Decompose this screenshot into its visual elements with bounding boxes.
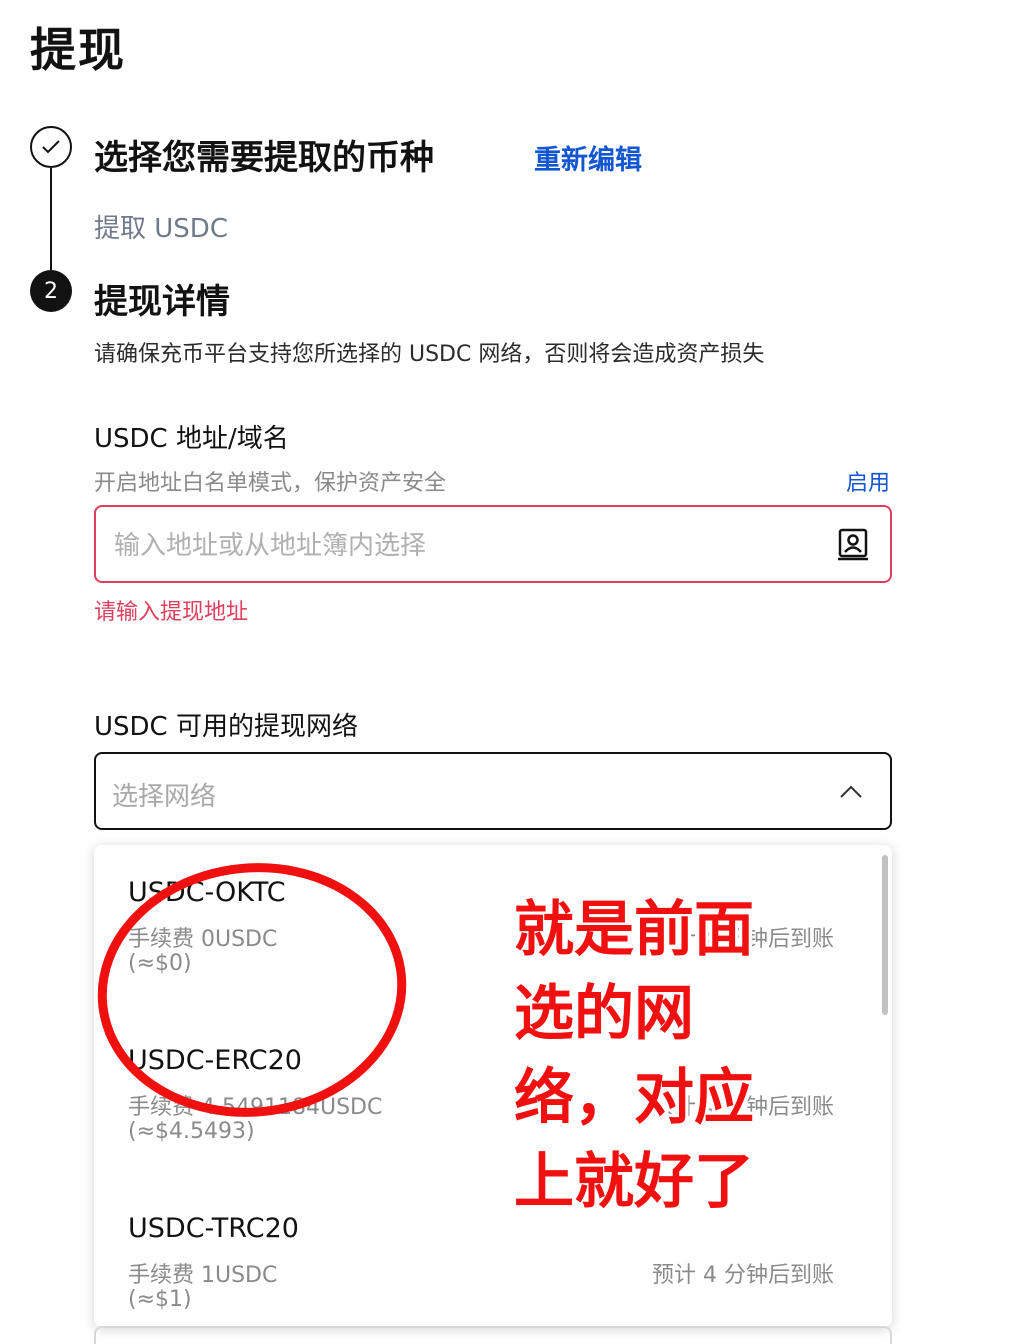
next-field-edge <box>94 1326 892 1344</box>
step2-title: 提现详情 <box>94 282 230 322</box>
address-label: USDC 地址/域名 <box>94 424 289 454</box>
reedit-link[interactable]: 重新编辑 <box>534 138 642 177</box>
step2-indicator: 2 <box>30 270 72 312</box>
network-option-fee: 手续费 4.5491184USDC <box>128 1095 383 1120</box>
step1-complete-indicator <box>30 126 72 168</box>
address-book-icon[interactable] <box>836 527 870 561</box>
network-option-usd: (≈$1) <box>128 1287 192 1312</box>
address-error-message: 请输入提现地址 <box>94 600 249 625</box>
network-placeholder: 选择网络 <box>112 782 217 812</box>
annotation-line: 就是前面 <box>514 895 754 965</box>
network-option-name: USDC-TRC20 <box>128 1213 299 1244</box>
network-option-fee: 手续费 1USDC <box>128 1263 278 1288</box>
whitelist-hint: 开启地址白名单模式，保护资产安全 <box>94 471 447 496</box>
address-input[interactable] <box>112 525 816 567</box>
step1-summary: 提取 USDC <box>94 214 228 244</box>
annotation-line: 选的网 <box>514 979 694 1049</box>
page-title: 提现 <box>30 23 126 77</box>
network-label: USDC 可用的提现网络 <box>94 712 358 742</box>
network-option-fee: 手续费 0USDC <box>128 927 278 952</box>
enable-whitelist-link[interactable]: 启用 <box>846 465 890 497</box>
chevron-up-icon[interactable] <box>836 780 866 804</box>
annotation-note: 就是前面 选的网 络，对应 上就好了 <box>514 888 764 1224</box>
network-option-usd: (≈$0) <box>128 951 192 976</box>
network-option-eta: 预计 4 分钟后到账 <box>652 1263 834 1288</box>
step1-title: 选择您需要提取的币种 <box>94 138 434 178</box>
network-option-usd: (≈$4.5493) <box>128 1119 255 1144</box>
stepper-connector <box>50 168 52 270</box>
network-warning-notice: 请确保充币平台支持您所选择的 USDC 网络，否则将会造成资产损失 <box>94 342 765 367</box>
annotation-line: 上就好了 <box>514 1147 754 1217</box>
network-select[interactable]: 选择网络 <box>94 752 892 830</box>
network-option-name: USDC-OKTC <box>128 877 286 908</box>
network-dropdown: USDC-OKTC 手续费 0USDC (≈$0) 预计 4 分钟后到账 USD… <box>94 845 892 1327</box>
network-option-name: USDC-ERC20 <box>128 1045 302 1076</box>
address-field[interactable] <box>94 505 892 583</box>
check-icon <box>42 140 60 154</box>
annotation-line: 络，对应 <box>514 1063 754 1133</box>
dropdown-scrollbar[interactable] <box>882 855 888 1015</box>
